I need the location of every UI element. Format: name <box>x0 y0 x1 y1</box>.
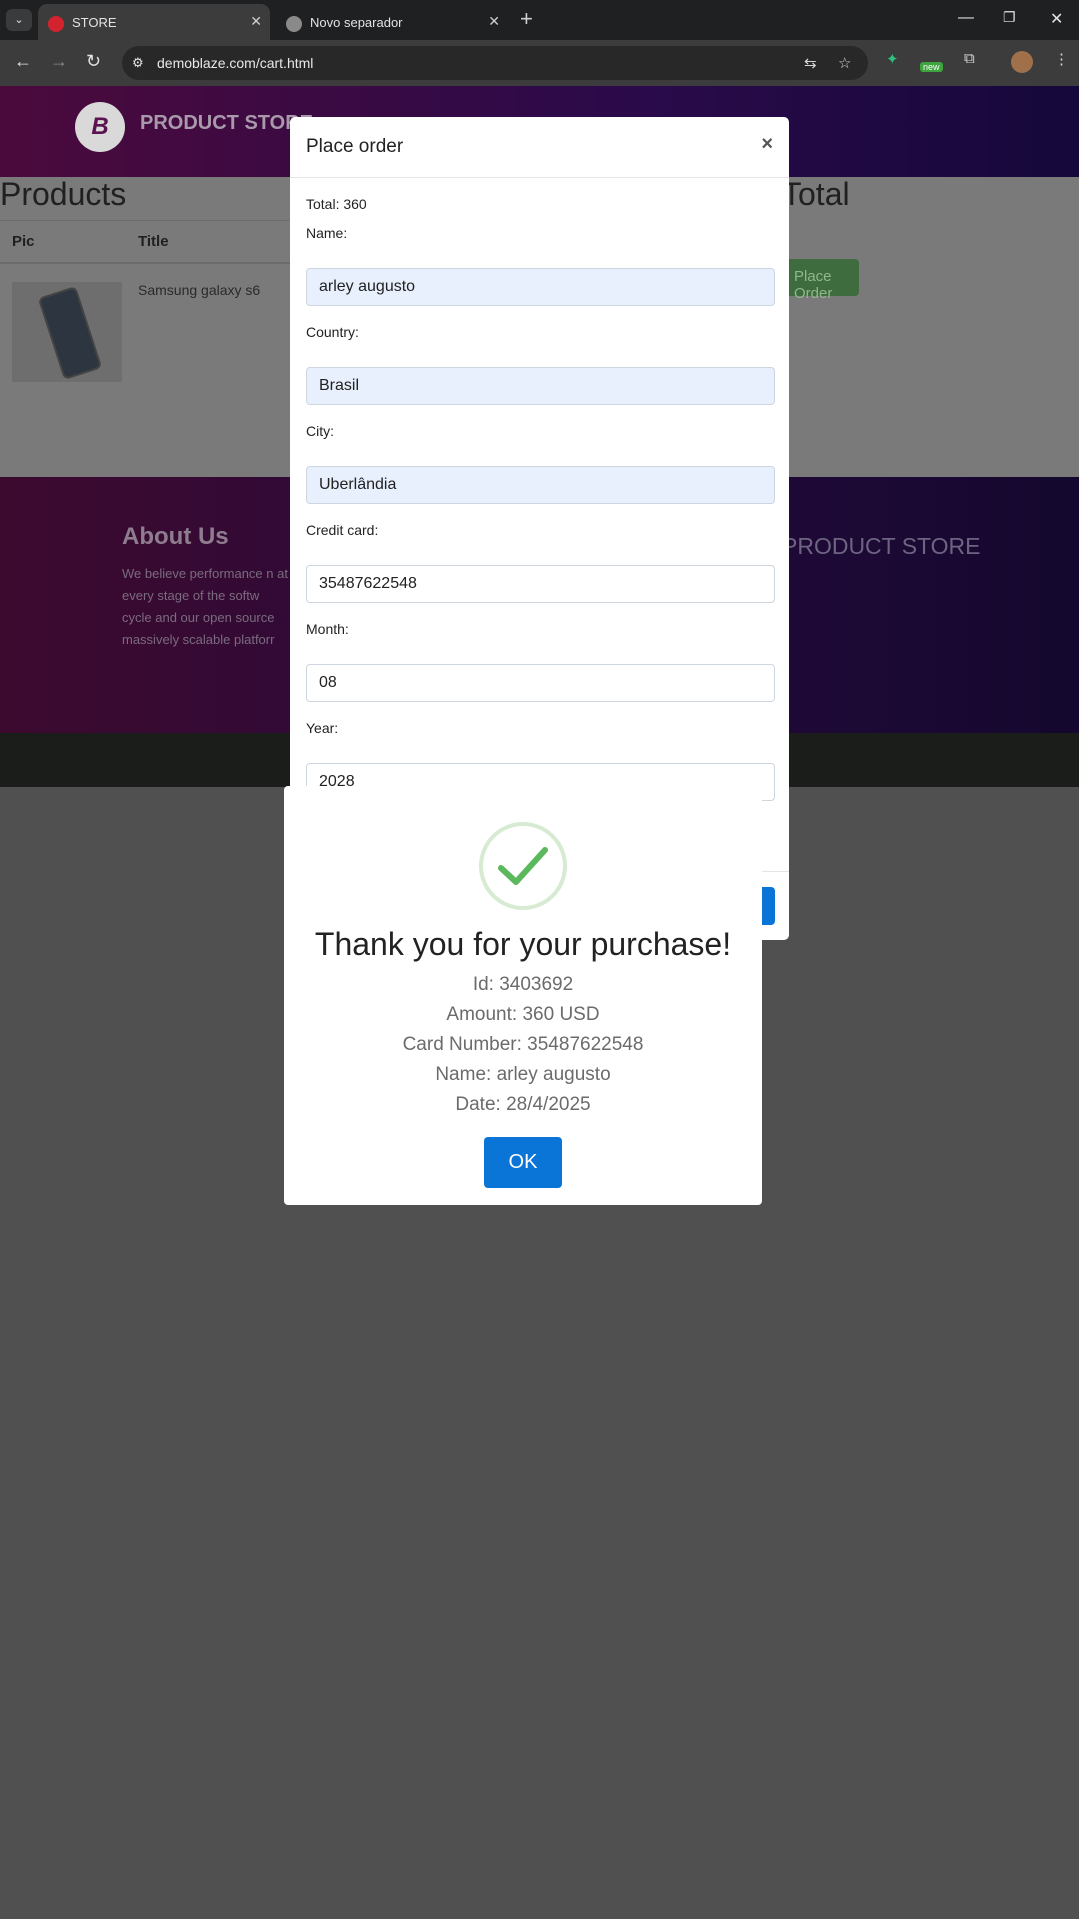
month-field[interactable]: 08 <box>306 664 775 702</box>
translate-icon[interactable]: ⇆ <box>804 54 817 72</box>
column-title: Title <box>138 233 169 250</box>
reload-icon[interactable]: ↻ <box>86 51 101 72</box>
close-tab-icon[interactable]: ✕ <box>250 13 262 30</box>
order-total: Total: 360 <box>306 196 367 212</box>
store-logo-icon[interactable]: B <box>75 102 125 152</box>
name-field[interactable]: arley augusto <box>306 268 775 306</box>
confirmation-title: Thank you for your purchase! <box>314 926 732 962</box>
card-label: Credit card: <box>306 522 379 538</box>
footer-brand: PRODUCT STORE <box>782 533 981 559</box>
tab-title: Novo separador <box>310 15 403 30</box>
browser-toolbar: ← → ↻ ⚙ demoblaze.com/cart.html ⇆ ☆ ✦ ne… <box>0 40 1079 86</box>
about-text: We believe performance n at every stage … <box>122 566 288 647</box>
address-bar[interactable]: ⚙ demoblaze.com/cart.html ⇆ ☆ <box>122 46 868 80</box>
order-date: Date: 28/4/2025 <box>455 1094 591 1115</box>
order-id: Id: 3403692 <box>472 974 574 995</box>
total-heading: Total <box>782 176 850 212</box>
bookmark-star-icon[interactable]: ☆ <box>838 54 851 72</box>
brand-name[interactable]: PRODUCT STORE <box>140 112 313 135</box>
about-heading: About Us <box>122 523 229 550</box>
close-window-icon[interactable]: ✕ <box>1050 9 1063 29</box>
tab-new[interactable]: Novo separador ✕ <box>276 4 508 40</box>
new-tab-icon[interactable]: + <box>520 6 533 32</box>
close-tab-icon[interactable]: ✕ <box>488 13 500 30</box>
tab-store[interactable]: STORE ✕ <box>38 4 270 40</box>
menu-kebab-icon[interactable]: ⋮ <box>1054 50 1069 68</box>
tab-title: STORE <box>72 15 117 30</box>
name-label: Name: <box>306 225 348 241</box>
forward-icon[interactable]: → <box>50 51 68 72</box>
store-favicon-icon <box>48 16 64 32</box>
order-amount: Amount: 360 USD <box>446 1004 600 1025</box>
minimize-icon[interactable]: — <box>958 9 974 27</box>
url-text: demoblaze.com/cart.html <box>157 55 314 71</box>
month-label: Month: <box>306 621 349 637</box>
table-header: Pic Title <box>0 220 300 264</box>
tab-search-icon[interactable]: ⌄ <box>6 9 32 31</box>
success-check-icon <box>479 822 567 910</box>
restore-icon[interactable]: ❐ <box>1003 9 1016 26</box>
extension-new-badge: new <box>920 62 943 72</box>
product-image <box>12 282 122 382</box>
modal-close-icon[interactable]: × <box>761 133 773 156</box>
order-card-number: Card Number: 35487622548 <box>402 1034 644 1055</box>
extensions-puzzle-icon[interactable]: ⧉ <box>964 50 975 67</box>
year-label: Year: <box>306 720 339 736</box>
site-info-icon[interactable]: ⚙ <box>132 55 148 71</box>
city-label: City: <box>306 423 334 439</box>
modal-title: Place order <box>306 136 404 157</box>
country-field[interactable]: Brasil <box>306 367 775 405</box>
extension-icon[interactable]: ✦ <box>886 50 899 68</box>
credit-card-field[interactable]: 35487622548 <box>306 565 775 603</box>
column-pic: Pic <box>12 233 35 250</box>
country-label: Country: <box>306 324 359 340</box>
city-field[interactable]: Uberlândia <box>306 466 775 504</box>
chrome-favicon-icon <box>286 16 302 32</box>
browser-tab-bar: ⌄ STORE ✕ Novo separador ✕ + — ❐ ✕ <box>0 0 1079 40</box>
modal-header: Place order × <box>290 117 789 178</box>
order-name: Name: arley augusto <box>435 1064 611 1085</box>
back-icon[interactable]: ← <box>14 51 32 72</box>
ok-button[interactable]: OK <box>484 1137 562 1188</box>
product-title: Samsung galaxy s6 <box>138 282 261 298</box>
purchase-confirmation-dialog: Thank you for your purchase! Id: 3403692… <box>284 786 762 1205</box>
products-heading: Products <box>0 176 127 212</box>
profile-avatar[interactable] <box>1011 51 1033 73</box>
